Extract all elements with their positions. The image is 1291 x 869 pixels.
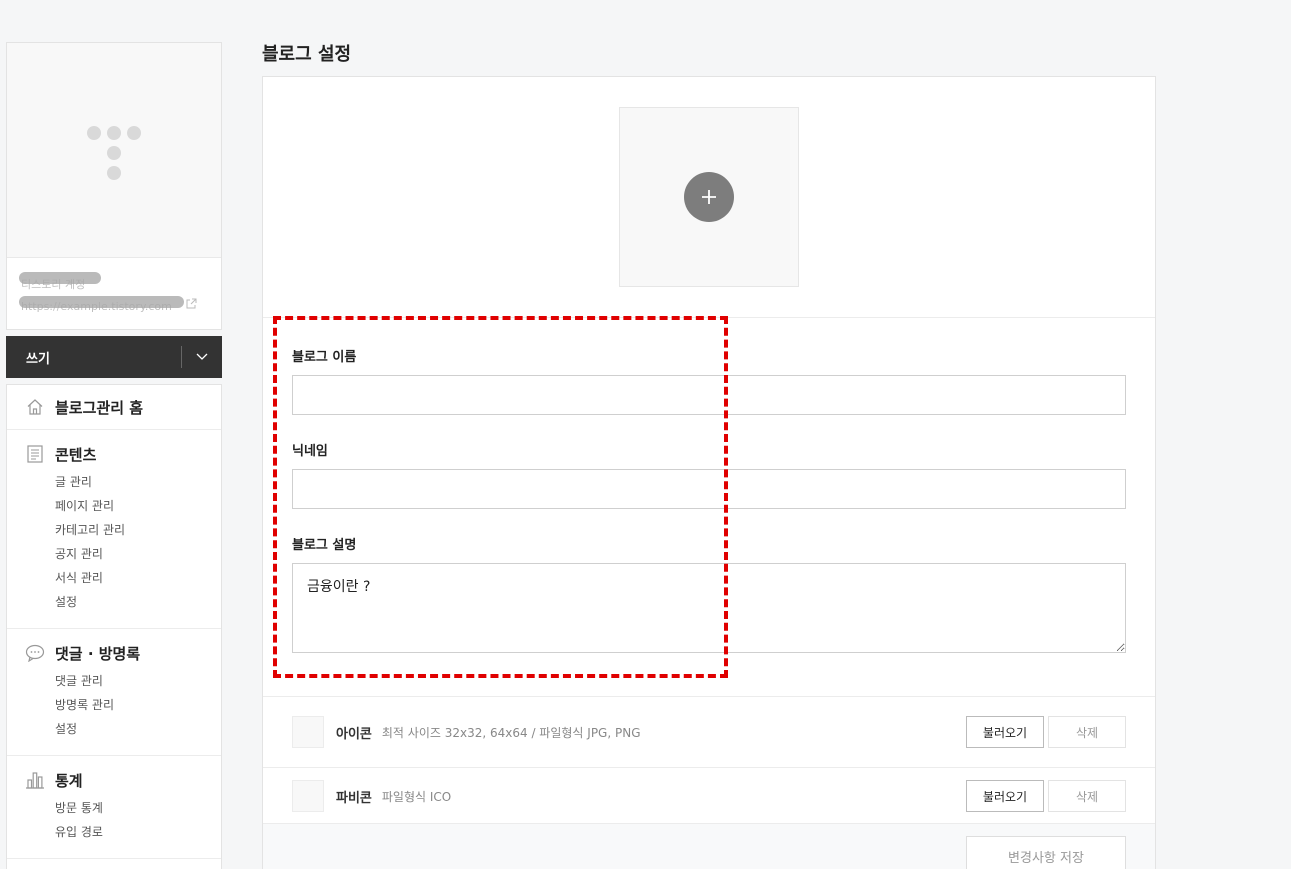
menu-stats-item[interactable]: 유입 경로 — [55, 820, 221, 844]
favicon-thumbnail — [292, 780, 324, 812]
menu-stats[interactable]: 통계 — [7, 768, 221, 792]
page-title: 블로그 설정 — [262, 44, 352, 65]
menu-comments[interactable]: 댓글 · 방명록 — [7, 641, 221, 665]
blur-mask — [19, 296, 184, 308]
profile-card: 티스토리 계정 https://example.tistory.com — [6, 42, 222, 330]
nickname-label: 닉네임 — [292, 444, 328, 459]
blog-name-label: 블로그 이름 — [292, 350, 357, 365]
speech-bubble-icon — [25, 643, 45, 663]
icon-delete-button[interactable]: 삭제 — [1048, 716, 1126, 748]
description-label: 블로그 설명 — [292, 538, 357, 553]
write-button[interactable]: 쓰기 — [6, 348, 181, 367]
save-changes-button[interactable]: 변경사항 저장 — [966, 836, 1126, 869]
menu-comments-item[interactable]: 설정 — [55, 717, 221, 741]
menu-stats-label: 통계 — [55, 771, 83, 790]
logo-dot — [107, 126, 121, 140]
settings-panel: 블로그 이름 닉네임 블로그 설명 금융이란 ? 아이콘 최적 사이즈 32x3… — [262, 76, 1156, 869]
menu-contents-item[interactable]: 서식 관리 — [55, 566, 221, 590]
icon-label: 아이콘 — [336, 726, 372, 742]
blog-image-upload[interactable] — [619, 107, 799, 287]
favicon-label: 파비콘 — [336, 790, 372, 806]
blog-info-form: 블로그 이름 닉네임 블로그 설명 금융이란 ? — [263, 316, 1155, 696]
home-icon — [25, 397, 45, 417]
favicon-hint: 파일형식 ICO — [381, 789, 452, 804]
favicon-load-button[interactable]: 불러오기 — [966, 780, 1044, 812]
chevron-down-icon — [196, 353, 208, 360]
write-dropdown-toggle[interactable] — [182, 336, 222, 378]
nickname-input[interactable] — [292, 469, 1126, 509]
menu-contents-label: 콘텐츠 — [55, 445, 97, 464]
menu-contents-item[interactable]: 공지 관리 — [55, 542, 221, 566]
blur-mask — [19, 272, 101, 284]
icon-thumbnail — [292, 716, 324, 748]
menu-contents-item[interactable]: 설정 — [55, 590, 221, 614]
menu-comments-item[interactable]: 댓글 관리 — [55, 669, 221, 693]
icon-hint: 최적 사이즈 32x32, 64x64 / 파일형식 JPG, PNG — [381, 725, 641, 740]
logo-dot — [107, 146, 121, 160]
menu-stats-item[interactable]: 방문 통계 — [55, 796, 221, 820]
menu-home[interactable]: 블로그관리 홈 — [7, 395, 221, 419]
form-footer: 변경사항 저장 — [263, 823, 1155, 869]
icon-load-button[interactable]: 불러오기 — [966, 716, 1044, 748]
logo-dot — [127, 126, 141, 140]
favicon-delete-button[interactable]: 삭제 — [1048, 780, 1126, 812]
profile-image[interactable] — [7, 43, 221, 258]
document-icon — [25, 444, 45, 464]
menu-contents-item[interactable]: 글 관리 — [55, 470, 221, 494]
logo-dot — [87, 126, 101, 140]
menu-home-label: 블로그관리 홈 — [55, 398, 144, 417]
menu-contents-item[interactable]: 카테고리 관리 — [55, 518, 221, 542]
menu-contents[interactable]: 콘텐츠 — [7, 442, 221, 466]
logo-dot — [107, 166, 121, 180]
menu-contents-item[interactable]: 페이지 관리 — [55, 494, 221, 518]
write-bar: 쓰기 — [6, 336, 222, 378]
add-image-button[interactable] — [684, 172, 734, 222]
blog-name-input[interactable] — [292, 375, 1126, 415]
sidebar-menu: 블로그관리 홈 콘텐츠 글 관리 페이지 관리 카테고리 관리 공지 관리 서식… — [6, 384, 222, 869]
menu-comments-label: 댓글 · 방명록 — [55, 644, 141, 663]
favicon-row: 파비콘 파일형식 ICO 불러오기 삭제 — [263, 767, 1155, 824]
menu-comments-item[interactable]: 방명록 관리 — [55, 693, 221, 717]
icon-row: 아이콘 최적 사이즈 32x32, 64x64 / 파일형식 JPG, PNG … — [263, 696, 1155, 767]
external-link-icon[interactable] — [185, 298, 197, 310]
blog-image-area — [263, 77, 1155, 318]
bar-chart-icon — [25, 770, 45, 790]
description-textarea[interactable]: 금융이란 ? — [292, 563, 1126, 653]
plus-icon — [702, 190, 716, 204]
